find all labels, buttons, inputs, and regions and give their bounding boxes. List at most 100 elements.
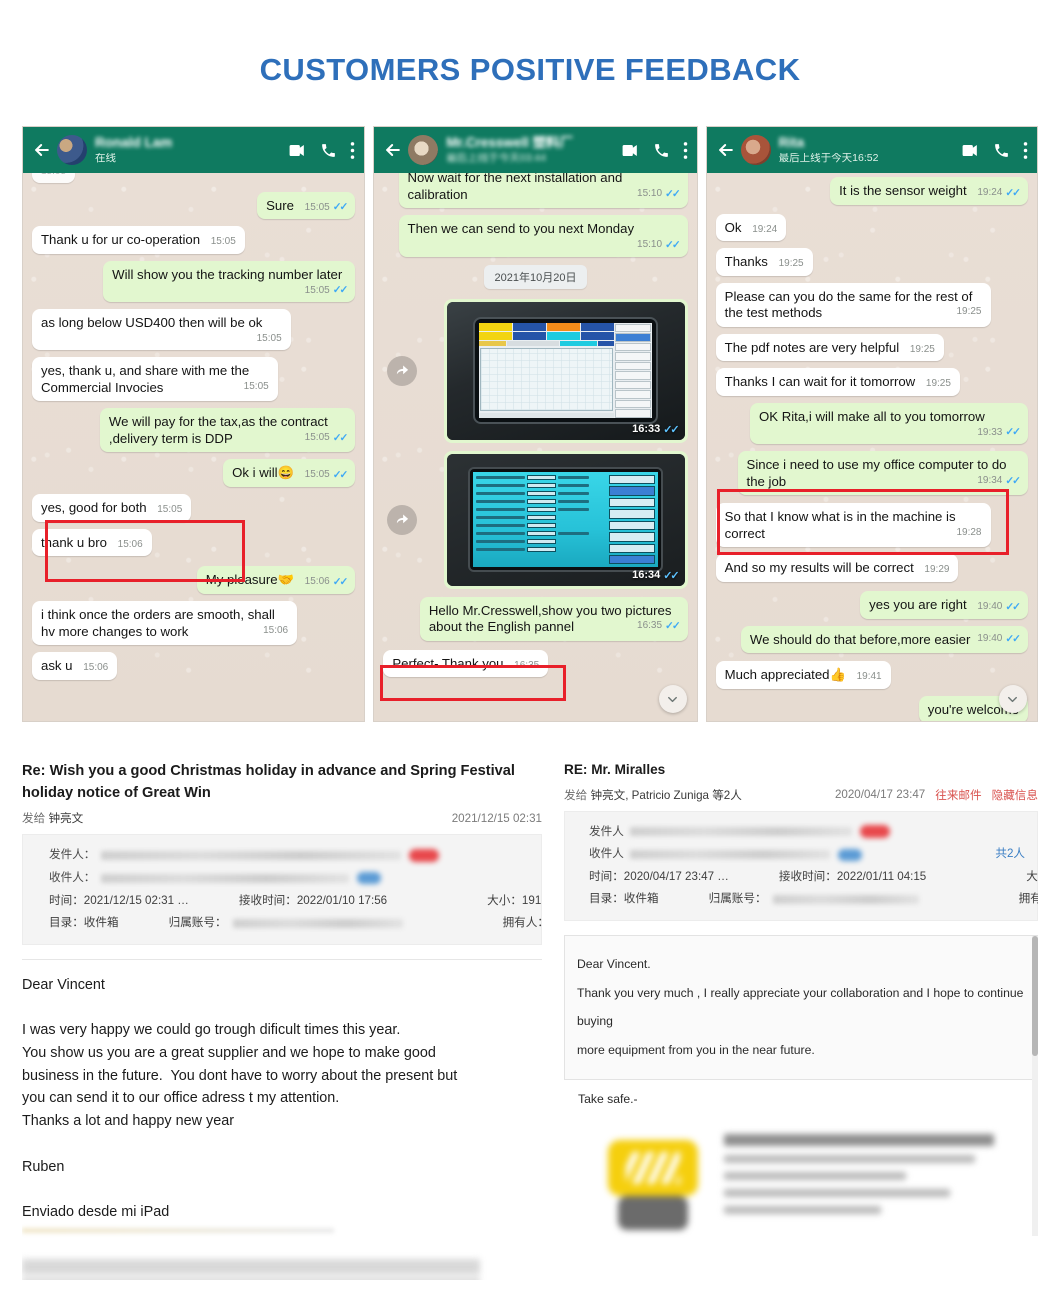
list-item: Much appreciated👍 19:41 [715, 661, 1028, 689]
email-date: 2020/04/17 23:47 [834, 788, 926, 802]
video-call-icon[interactable] [288, 141, 307, 160]
chat-panel-mr-cresswell: Mr.Cresswell 塑料厂 最后上线于今天03:44 Now wait f… [373, 126, 698, 722]
video-call-icon[interactable] [621, 141, 640, 160]
redacted-recipient-badge [357, 872, 382, 885]
email-from-row: 发件人 [589, 821, 1025, 844]
chevron-double-down-icon[interactable] [658, 685, 687, 713]
scrollbar-thumb[interactable] [1032, 936, 1038, 1056]
list-item: My pleasure🤝 15:06 ✓✓ [32, 566, 356, 595]
photo-hmi-panel-chinese[interactable]: 16:33 ✓✓ [443, 298, 688, 443]
message-text: It is the sensor weight [839, 183, 967, 198]
list-item: 16:34 ✓✓ [383, 450, 688, 589]
redacted-recipient-address [629, 850, 830, 860]
email-to-row: 收件人 共2人 [589, 843, 1025, 866]
list-item: Thanks I can wait for it tomorrow 19:25 [715, 368, 1028, 396]
back-arrow-icon[interactable] [383, 140, 403, 160]
redacted-account [232, 918, 403, 928]
chat-header-actions [955, 141, 1028, 160]
contact-status: 在线 [95, 152, 116, 164]
message-text: Then we can send to you next Monday [407, 221, 635, 236]
email-to-label: 收件人 [589, 847, 624, 861]
chat-screenshots-row: Ronald Lam 在线 15:05 S [22, 126, 1038, 722]
message-text: i think once the orders are smooth, shal… [41, 607, 275, 639]
list-item: 16:33 ✓✓ [383, 298, 688, 443]
email-subject: Re: Wish you a good Christmas holiday in… [22, 763, 515, 802]
message-text: Ok i will😄 [232, 465, 294, 481]
chat-contact-info: Mr.Cresswell 塑料厂 最后上线于今天03:44 [446, 136, 614, 164]
chevron-double-down-icon[interactable] [998, 685, 1027, 713]
contact-status: 最后上线于今天16:52 [778, 152, 879, 164]
email-history-link[interactable]: 往来邮件 [935, 787, 981, 803]
email-detail-panel: 发件人 收件人 共2人 时间：2020/04/17 23:47 … 接收时间：2… [564, 810, 1038, 922]
message-text: Sure [266, 197, 294, 213]
email-received-time: 接收时间：2022/01/10 17:56 [238, 893, 388, 907]
email-folder: 目录：收件箱 [589, 892, 659, 906]
message-meta: 16:35 [514, 659, 540, 671]
phone-call-icon[interactable] [993, 142, 1010, 159]
message-meta: 15:05 [210, 236, 236, 248]
email-closing: Take safe.- [578, 1091, 638, 1106]
overflow-menu-icon[interactable] [350, 141, 355, 160]
email-recipient-count-link[interactable]: 共2人 [995, 843, 1025, 866]
avatar[interactable] [408, 135, 439, 165]
email-from-label: 发件人 [589, 824, 624, 838]
phone-call-icon[interactable] [320, 142, 337, 159]
message-text: Will show you the tracking number later [112, 266, 343, 282]
message-meta: 15:05 [256, 332, 282, 344]
list-item: We should do that before,more easier 19:… [716, 625, 1028, 654]
back-arrow-icon[interactable] [716, 140, 736, 160]
message-text: OK Rita,i will make all to you tomorrow [759, 408, 985, 424]
email-body-line: Thank you very much , I really appreciat… [577, 985, 1024, 1029]
message-text: ask u [41, 658, 73, 674]
divider [22, 958, 542, 960]
email-time: 时间：2020/04/17 23:47 … [589, 869, 729, 883]
redacted-company-logo [604, 1134, 702, 1238]
email-owner: 拥有人：钟亮文 [1018, 892, 1038, 906]
email-hide-info-link[interactable]: 隐藏信息 [992, 787, 1038, 803]
email-screenshots-row: Re: Wish you a good Christmas holiday in… [22, 760, 1038, 1280]
email-body: Dear Vincent. Thank you very much , I re… [564, 935, 1038, 1080]
list-item: Now wait for the next installation and c… [383, 173, 688, 208]
message-text: Ok [724, 219, 742, 235]
chat-message-list[interactable]: Now wait for the next installation and c… [374, 173, 696, 721]
email-folder-row: 目录：收件箱 归属账号： 拥有人：钟亮文 [589, 888, 1038, 911]
list-item: Hello Mr.Cresswell,show you two pictures… [383, 596, 688, 641]
contact-name: Mr.Cresswell 塑料厂 [446, 136, 574, 151]
email-time-row: 时间：2021/12/15 02:31 … 接收时间：2022/01/10 17… [49, 890, 542, 913]
chat-panel-rita: Rita 最后上线于今天16:52 It is the sensor weigh… [705, 126, 1038, 722]
avatar[interactable] [740, 135, 771, 165]
list-item: you're welcome [716, 695, 1028, 721]
overflow-menu-icon[interactable] [683, 141, 688, 160]
list-item: Sure 15:05 ✓✓ [32, 191, 356, 220]
chat-message-list[interactable]: It is the sensor weight 19:24 ✓✓ Ok 19:24… [707, 173, 1037, 721]
forward-arrow-icon[interactable] [387, 504, 418, 535]
back-arrow-icon[interactable] [32, 140, 52, 160]
message-text: We will pay for the tax,as the contract … [108, 414, 328, 446]
chat-panel-ronald-lam: Ronald Lam 在线 15:05 S [22, 126, 366, 722]
avatar[interactable] [57, 135, 87, 165]
redacted-recipient-address [101, 873, 350, 883]
chat-header: Rita 最后上线于今天16:52 [706, 127, 1037, 173]
chat-contact-info: Rita 最后上线于今天16:52 [779, 136, 955, 164]
message-meta: 19:25 [925, 378, 951, 390]
message-text: Thank u for ur co-operation [41, 232, 201, 248]
email-to-row: 收件人： [49, 867, 529, 890]
message-text: yes you are right [869, 596, 967, 612]
video-call-icon[interactable] [961, 141, 980, 160]
photo-hmi-panel-english[interactable]: 16:34 ✓✓ [443, 450, 688, 589]
overflow-menu-icon[interactable] [1023, 141, 1028, 160]
phone-call-icon[interactable] [653, 142, 670, 159]
date-divider: 2021年10月20日 [383, 264, 687, 289]
list-item: So that I know what is in the machine is… [715, 503, 1028, 548]
message-meta: 15:10 ✓✓ [637, 187, 681, 200]
chat-message-list[interactable]: 15:05 Sure 15:05✓✓ Thank u for ur co-ope… [23, 173, 364, 721]
message-meta: 15:05 [243, 380, 269, 392]
message-meta: 15:05 ✓✓ [304, 431, 349, 444]
forward-arrow-icon[interactable] [387, 355, 418, 386]
email-account: 归属账号： [709, 888, 919, 911]
scrollbar[interactable] [1032, 936, 1038, 1236]
list-item: Since i need to use my office computer t… [716, 451, 1028, 496]
email-date: 2021/12/15 02:31 [451, 811, 542, 825]
message-meta: 15:06 [83, 662, 109, 674]
list-item: Ok i will😄 15:05 ✓✓ [32, 459, 356, 488]
